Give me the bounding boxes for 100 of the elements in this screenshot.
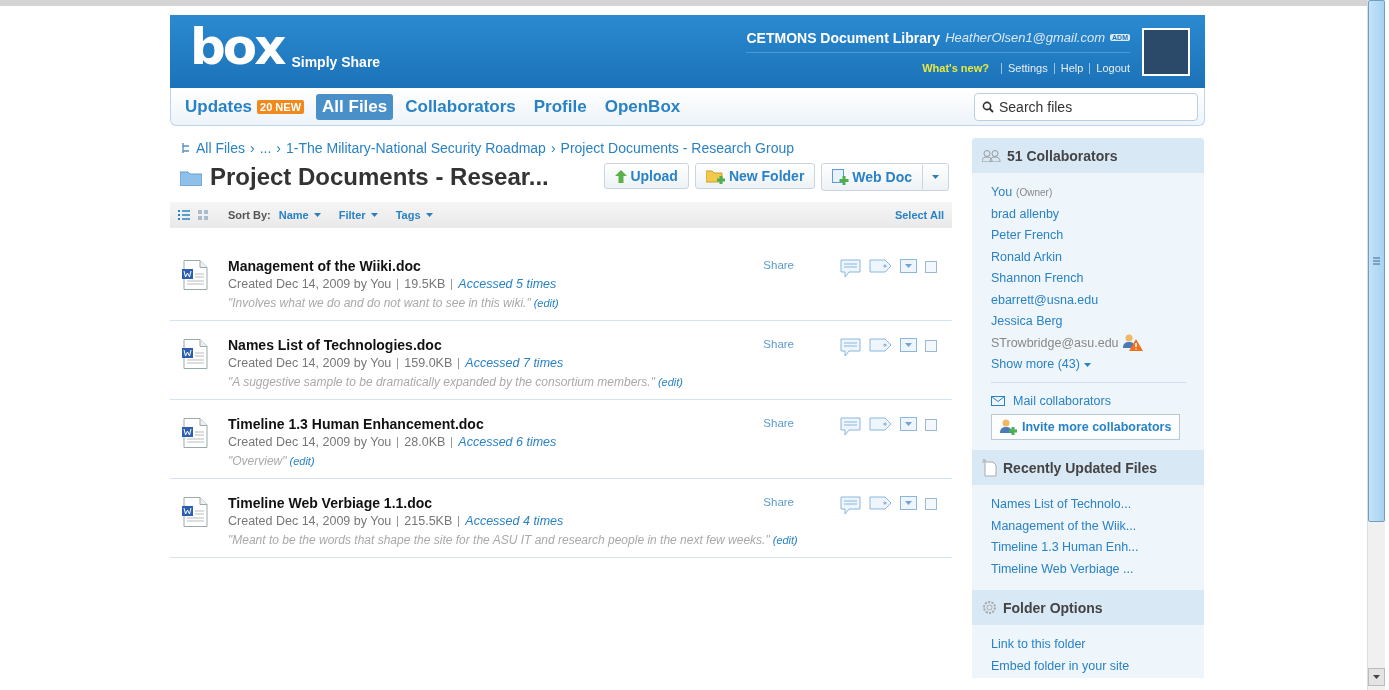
access-count-link[interactable]: Accessed 6 times — [451, 437, 557, 448]
search-field[interactable]: Search files — [974, 92, 1198, 121]
share-link[interactable]: Share — [763, 338, 794, 350]
collaborator-link[interactable]: STrowbridge@asu.edu — [991, 332, 1186, 354]
access-count-link[interactable]: Accessed 5 times — [451, 279, 557, 290]
file-name[interactable]: Management of the Wiiki.doc — [228, 257, 764, 275]
recent-file-link[interactable]: Names List of Technolo... — [991, 494, 1186, 516]
breadcrumb-link[interactable]: Project Documents - Research Group — [560, 140, 794, 156]
breadcrumb-link[interactable]: 1-The Military-National Security Roadmap — [286, 140, 546, 156]
file-description: "Overview" (edit) — [228, 453, 315, 470]
file-checkbox[interactable] — [925, 340, 937, 352]
caret-icon — [313, 213, 321, 217]
collaborator-link[interactable]: Jessica Berg — [991, 311, 1186, 333]
up-arrow-icon — [615, 169, 628, 183]
caret-icon — [931, 175, 940, 179]
created-info: Created Dec 14, 2009 by You — [228, 434, 392, 451]
caret-icon — [425, 213, 433, 217]
owner-note: (Owner) — [1016, 186, 1053, 200]
toolbar-menu[interactable]: Tags — [395, 209, 433, 221]
created-info: Created Dec 14, 2009 by You — [228, 513, 392, 530]
new-folder-button[interactable]: New Folder — [694, 163, 816, 189]
header-link[interactable]: Help — [1053, 62, 1090, 74]
edit-link[interactable]: (edit) — [772, 534, 798, 546]
file-size: 159.0KB — [397, 358, 453, 369]
scrollbar[interactable] — [1367, 0, 1385, 690]
user-email: HeatherOlsen1@gmail.com — [945, 30, 1106, 45]
upload-button[interactable]: Upload — [604, 163, 689, 189]
tagline: Simply Share — [291, 53, 381, 70]
edit-link[interactable]: (edit) — [533, 297, 559, 309]
panel-title: 51 Collaborators — [1007, 147, 1118, 164]
recent-file-link[interactable]: Timeline 1.3 Human Enh... — [991, 537, 1186, 559]
edit-link[interactable]: (edit) — [289, 455, 315, 467]
nav-tab[interactable]: Updates 20 NEW — [179, 93, 311, 120]
word-document-icon — [182, 418, 208, 448]
collaborator-link[interactable]: Shannon French — [991, 268, 1186, 290]
gear-icon — [982, 600, 997, 615]
panel-title: Recently Updated Files — [1003, 459, 1158, 476]
header-link[interactable]: Settings — [1000, 62, 1054, 74]
file-name[interactable]: Timeline Web Verbiage 1.1.doc — [228, 494, 764, 512]
mail-collaborators-link[interactable]: Mail collaborators — [1013, 390, 1111, 412]
collaborator-link[interactable]: brad allenby — [991, 203, 1186, 225]
file-name[interactable]: Timeline 1.3 Human Enhancement.doc — [228, 415, 764, 433]
recent-file-link[interactable]: Management of the Wiik... — [991, 515, 1186, 537]
folder-option-link[interactable]: Link to this folder — [991, 634, 1186, 656]
library-name: CETMONS Document Library — [746, 29, 941, 46]
file-checkbox[interactable] — [925, 261, 937, 273]
nav-tab[interactable]: All Files — [316, 93, 394, 120]
nav-tab[interactable]: Collaborators — [399, 93, 522, 120]
toolbar-menu[interactable]: Filter — [338, 209, 378, 221]
dropdown-icon[interactable] — [900, 338, 917, 352]
grip-icon — [1373, 257, 1380, 265]
list-view-icon[interactable] — [178, 210, 190, 220]
grid-view-icon[interactable] — [198, 210, 210, 220]
nav-tab[interactable]: Profile — [527, 93, 593, 120]
new-count-badge: 20 NEW — [257, 99, 305, 114]
access-count-link[interactable]: Accessed 4 times — [458, 516, 564, 527]
file-checkbox[interactable] — [925, 419, 937, 431]
tag-icon[interactable] — [869, 259, 892, 273]
invite-button[interactable]: Invite more collaborators — [991, 414, 1181, 440]
edit-link[interactable]: (edit) — [657, 376, 683, 388]
access-count-link[interactable]: Accessed 7 times — [458, 358, 564, 369]
file-size: 19.5KB — [397, 279, 446, 290]
dropdown-icon[interactable] — [900, 496, 917, 510]
folder-option-link[interactable]: Embed folder in your site — [991, 655, 1186, 677]
collaborator-link[interactable]: ebarrett@usna.edu — [991, 289, 1186, 311]
header-link[interactable]: Logout — [1089, 62, 1130, 74]
dropdown-icon[interactable] — [900, 259, 917, 273]
web-doc-button[interactable]: Web Doc — [822, 164, 922, 190]
breadcrumb-link[interactable]: All Files — [196, 140, 245, 156]
comment-icon[interactable] — [840, 259, 861, 278]
select-all-link[interactable]: Select All — [894, 209, 944, 221]
box-logo[interactable]: box — [190, 21, 284, 72]
comment-icon[interactable] — [840, 496, 861, 515]
folder-icon — [180, 168, 202, 186]
tag-icon[interactable] — [869, 496, 892, 510]
word-document-icon — [182, 339, 208, 369]
tag-icon[interactable] — [869, 417, 892, 431]
file-checkbox[interactable] — [925, 498, 937, 510]
collaborator-link[interactable]: Ronald Arkin — [991, 246, 1186, 268]
share-link[interactable]: Share — [763, 496, 794, 508]
header-link[interactable]: What's new? — [916, 62, 995, 74]
show-more-link[interactable]: Show more (43) — [991, 354, 1186, 376]
share-link[interactable]: Share — [763, 259, 794, 271]
share-link[interactable]: Share — [763, 417, 794, 429]
user-warning-icon — [1122, 334, 1143, 353]
dropdown-icon[interactable] — [900, 417, 917, 431]
file-name[interactable]: Names List of Technologies.doc — [228, 336, 764, 354]
scroll-down-button[interactable] — [1368, 668, 1385, 686]
recent-file-link[interactable]: Timeline Web Verbiage ... — [991, 558, 1186, 580]
scrollbar-thumb[interactable] — [1368, 0, 1385, 522]
tag-icon[interactable] — [869, 338, 892, 352]
comment-icon[interactable] — [840, 417, 861, 436]
breadcrumb-link[interactable]: ... — [259, 140, 272, 156]
toolbar-menu[interactable]: Name — [278, 209, 321, 221]
breadcrumb-separator: › — [250, 140, 255, 156]
nav-tab[interactable]: OpenBox — [598, 93, 687, 120]
comment-icon[interactable] — [840, 338, 861, 357]
word-document-icon — [182, 260, 208, 290]
collaborator-link[interactable]: You (Owner) — [991, 182, 1186, 204]
collaborator-link[interactable]: Peter French — [991, 225, 1186, 247]
